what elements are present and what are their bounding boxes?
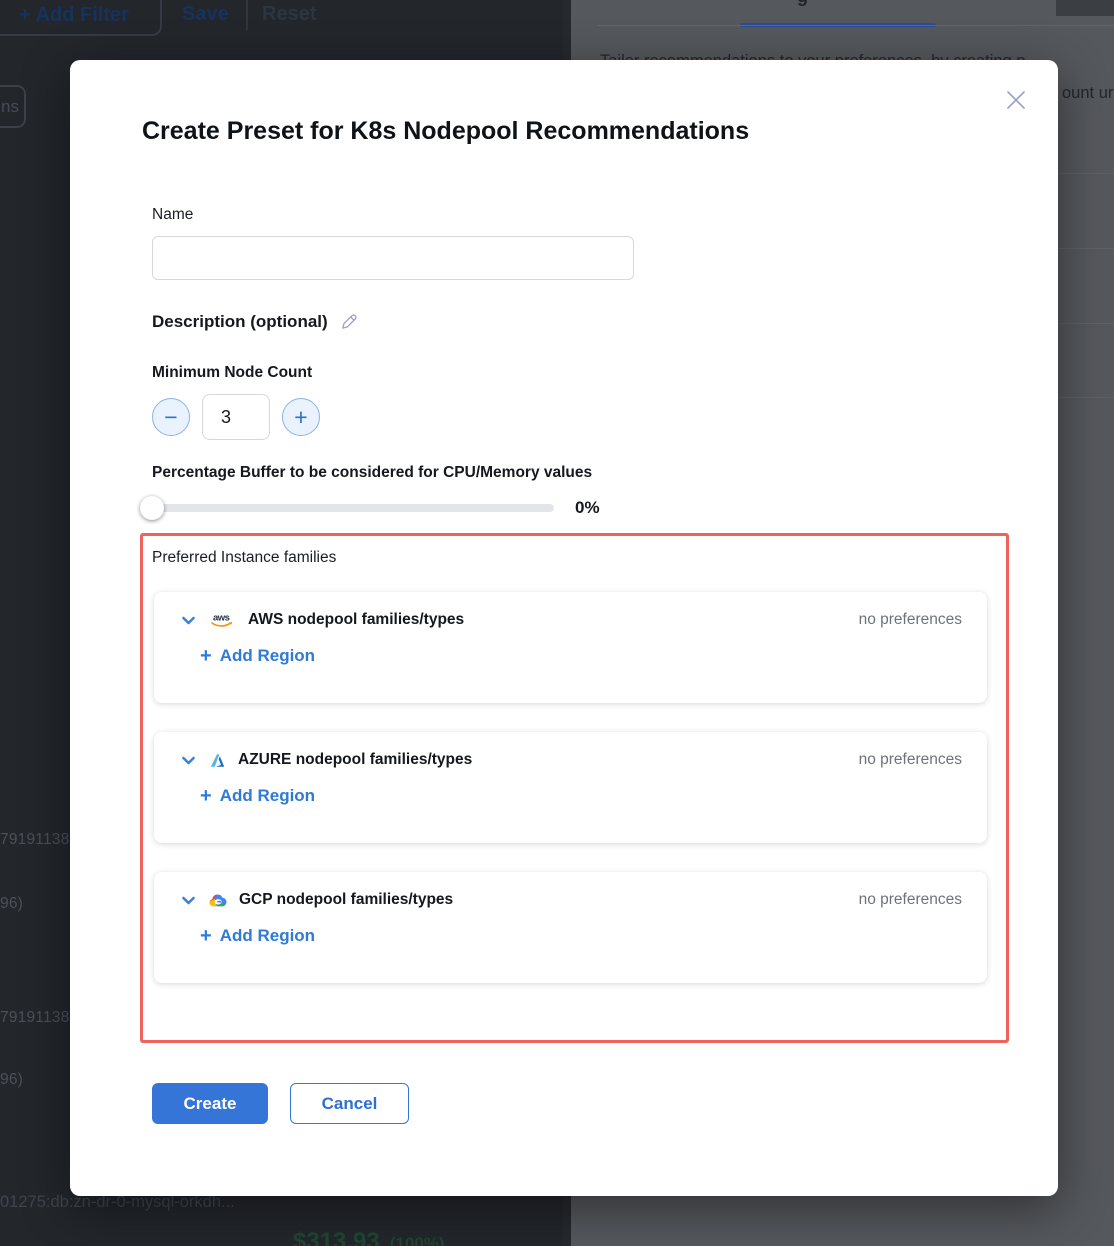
min-node-count-stepper: − + <box>152 394 320 440</box>
provider-card-gcp: GCP nodepool families/types no preferenc… <box>154 872 987 983</box>
provider-card-azure: AZURE nodepool families/types no prefere… <box>154 732 987 843</box>
cost-amount: $313.93 <box>293 1228 380 1246</box>
buffer-slider-track[interactable] <box>152 504 554 512</box>
min-node-count-label: Minimum Node Count <box>152 364 312 382</box>
buffer-label: Percentage Buffer to be considered for C… <box>152 464 592 482</box>
svg-text:aws: aws <box>213 613 230 624</box>
chevron-down-icon[interactable] <box>180 752 197 769</box>
edit-pencil-icon[interactable] <box>339 312 359 332</box>
description-label: Description (optional) <box>152 312 328 332</box>
reset-button[interactable]: Reset <box>262 3 316 26</box>
chevron-down-icon[interactable] <box>180 892 197 909</box>
screen: + Add Filter Save Reset ns 79191138 96) … <box>0 0 1114 1246</box>
gcp-logo-icon <box>209 893 227 907</box>
azure-logo-icon <box>209 753 226 768</box>
cost-percent: (100%) <box>390 1234 445 1246</box>
modal-title: Create Preset for K8s Nodepool Recommend… <box>142 117 749 146</box>
plus-icon: + <box>200 926 212 946</box>
background-text-fragment: 96) <box>0 895 23 913</box>
plus-icon: + <box>200 646 212 666</box>
cancel-button[interactable]: Cancel <box>290 1083 409 1124</box>
add-region-label: Add Region <box>220 786 315 806</box>
save-button[interactable]: Save <box>182 3 229 26</box>
buffer-slider-thumb[interactable] <box>140 496 164 520</box>
aws-logo-icon: aws <box>209 611 236 629</box>
background-text-fragment: 79191138 <box>0 831 69 849</box>
add-region-button[interactable]: + Add Region <box>200 786 315 806</box>
provider-card-aws: aws AWS nodepool families/types no prefe… <box>154 592 987 703</box>
add-region-label: Add Region <box>220 926 315 946</box>
add-region-button[interactable]: + Add Region <box>200 646 315 666</box>
decrement-button[interactable]: − <box>152 398 190 436</box>
name-label: Name <box>152 206 193 224</box>
background-text-fragment: 79191138 <box>0 1009 69 1027</box>
min-node-count-input[interactable] <box>202 394 270 440</box>
filter-chip[interactable]: ns <box>0 85 26 128</box>
provider-name: AWS nodepool families/types <box>248 611 464 629</box>
provider-status: no preferences <box>859 891 962 909</box>
create-preset-modal: Create Preset for K8s Nodepool Recommend… <box>70 60 1058 1196</box>
provider-name: AZURE nodepool families/types <box>238 751 472 769</box>
cost-text: $313.93 (100%) <box>293 1228 445 1246</box>
tab-label-fragment[interactable]: g <box>797 0 808 7</box>
provider-status: no preferences <box>859 751 962 769</box>
modal-actions: Create Cancel <box>152 1083 409 1124</box>
preferred-families-label: Preferred Instance families <box>152 549 336 567</box>
plus-icon: + <box>200 786 212 806</box>
buffer-value: 0% <box>575 498 600 518</box>
add-region-label: Add Region <box>220 646 315 666</box>
top-corner-strip <box>1056 0 1114 16</box>
create-button[interactable]: Create <box>152 1083 268 1124</box>
background-text-fragment: 96) <box>0 1071 23 1089</box>
increment-button[interactable]: + <box>282 398 320 436</box>
add-region-button[interactable]: + Add Region <box>200 926 315 946</box>
name-input[interactable] <box>152 236 634 280</box>
close-icon[interactable] <box>1002 86 1030 114</box>
toolbar-divider <box>246 0 248 30</box>
add-filter-button[interactable]: + Add Filter <box>0 0 162 36</box>
chevron-down-icon[interactable] <box>180 612 197 629</box>
provider-status: no preferences <box>859 611 962 629</box>
provider-name: GCP nodepool families/types <box>239 891 453 909</box>
intro-text-line2-fragment: ount ur <box>1062 84 1113 103</box>
header-divider <box>598 25 1114 26</box>
